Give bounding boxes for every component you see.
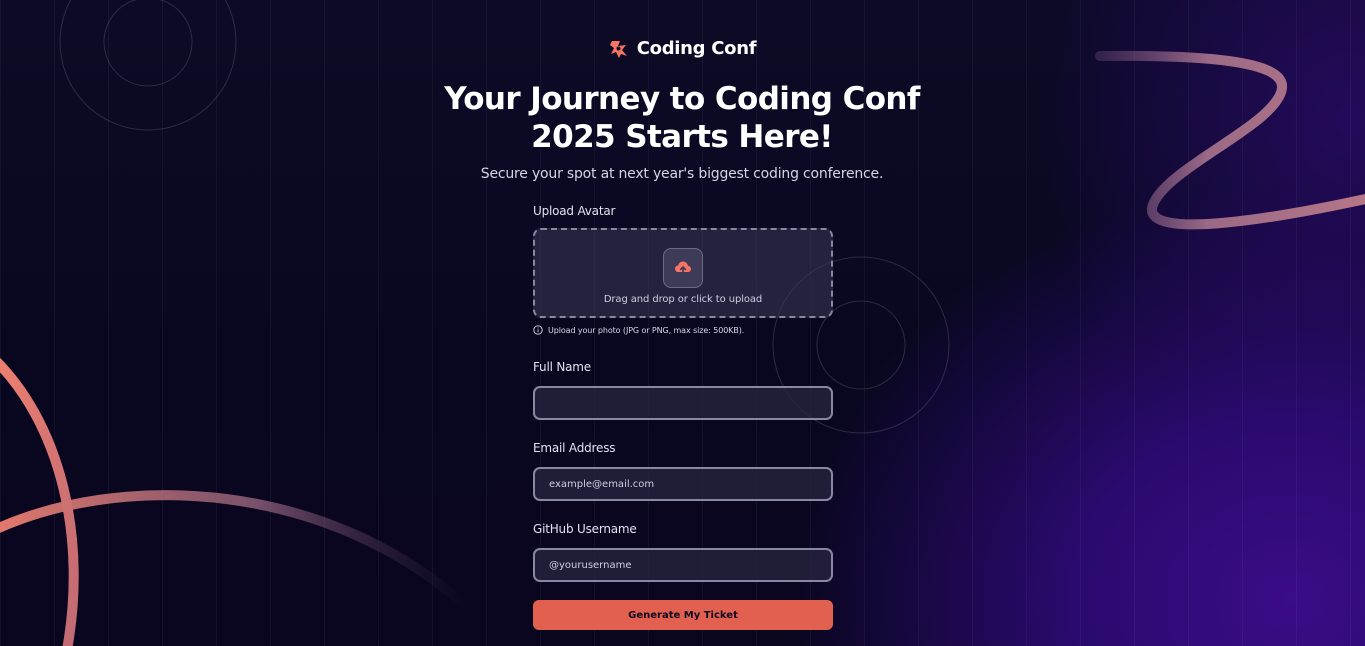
brand-header: Coding Conf (0, 38, 1365, 59)
email-input[interactable] (533, 467, 833, 501)
decor-arc-horizontal (0, 490, 475, 615)
email-field-group: Email Address (533, 441, 833, 501)
avatar-dropzone[interactable]: Drag and drop or click to upload (533, 228, 833, 318)
page-title: Your Journey to Coding Conf 2025 Starts … (444, 81, 920, 155)
upload-button[interactable] (663, 247, 703, 288)
generate-ticket-button[interactable]: Generate My Ticket (533, 600, 833, 630)
github-username-input[interactable] (533, 548, 833, 582)
page-background: Coding Conf Your Journey to Coding Conf … (0, 0, 1365, 646)
ticket-form: Upload Avatar Drag and drop or click to … (533, 204, 833, 630)
decor-arc-vertical (0, 357, 79, 646)
full-name-input[interactable] (533, 386, 833, 420)
upload-hint: Upload your photo (JPG or PNG, max size:… (533, 324, 833, 336)
upload-hint-text: Upload your photo (JPG or PNG, max size:… (548, 325, 745, 335)
page-subtitle: Secure your spot at next year's biggest … (480, 166, 884, 182)
email-label: Email Address (533, 441, 616, 455)
cloud-upload-icon (675, 261, 691, 275)
full-name-field-group: Full Name (533, 360, 833, 420)
dropzone-text: Drag and drop or click to upload (603, 293, 763, 305)
full-name-label: Full Name (533, 360, 591, 374)
decor-squiggle-line (1095, 50, 1365, 230)
decor-circle-outer (59, 0, 237, 131)
upload-avatar-label: Upload Avatar (533, 204, 616, 218)
brand-name: Coding Conf (636, 38, 757, 59)
github-field-group: GitHub Username (533, 522, 833, 582)
info-icon (533, 325, 543, 335)
github-username-label: GitHub Username (533, 522, 637, 536)
coding-conf-logo-icon (609, 40, 627, 58)
